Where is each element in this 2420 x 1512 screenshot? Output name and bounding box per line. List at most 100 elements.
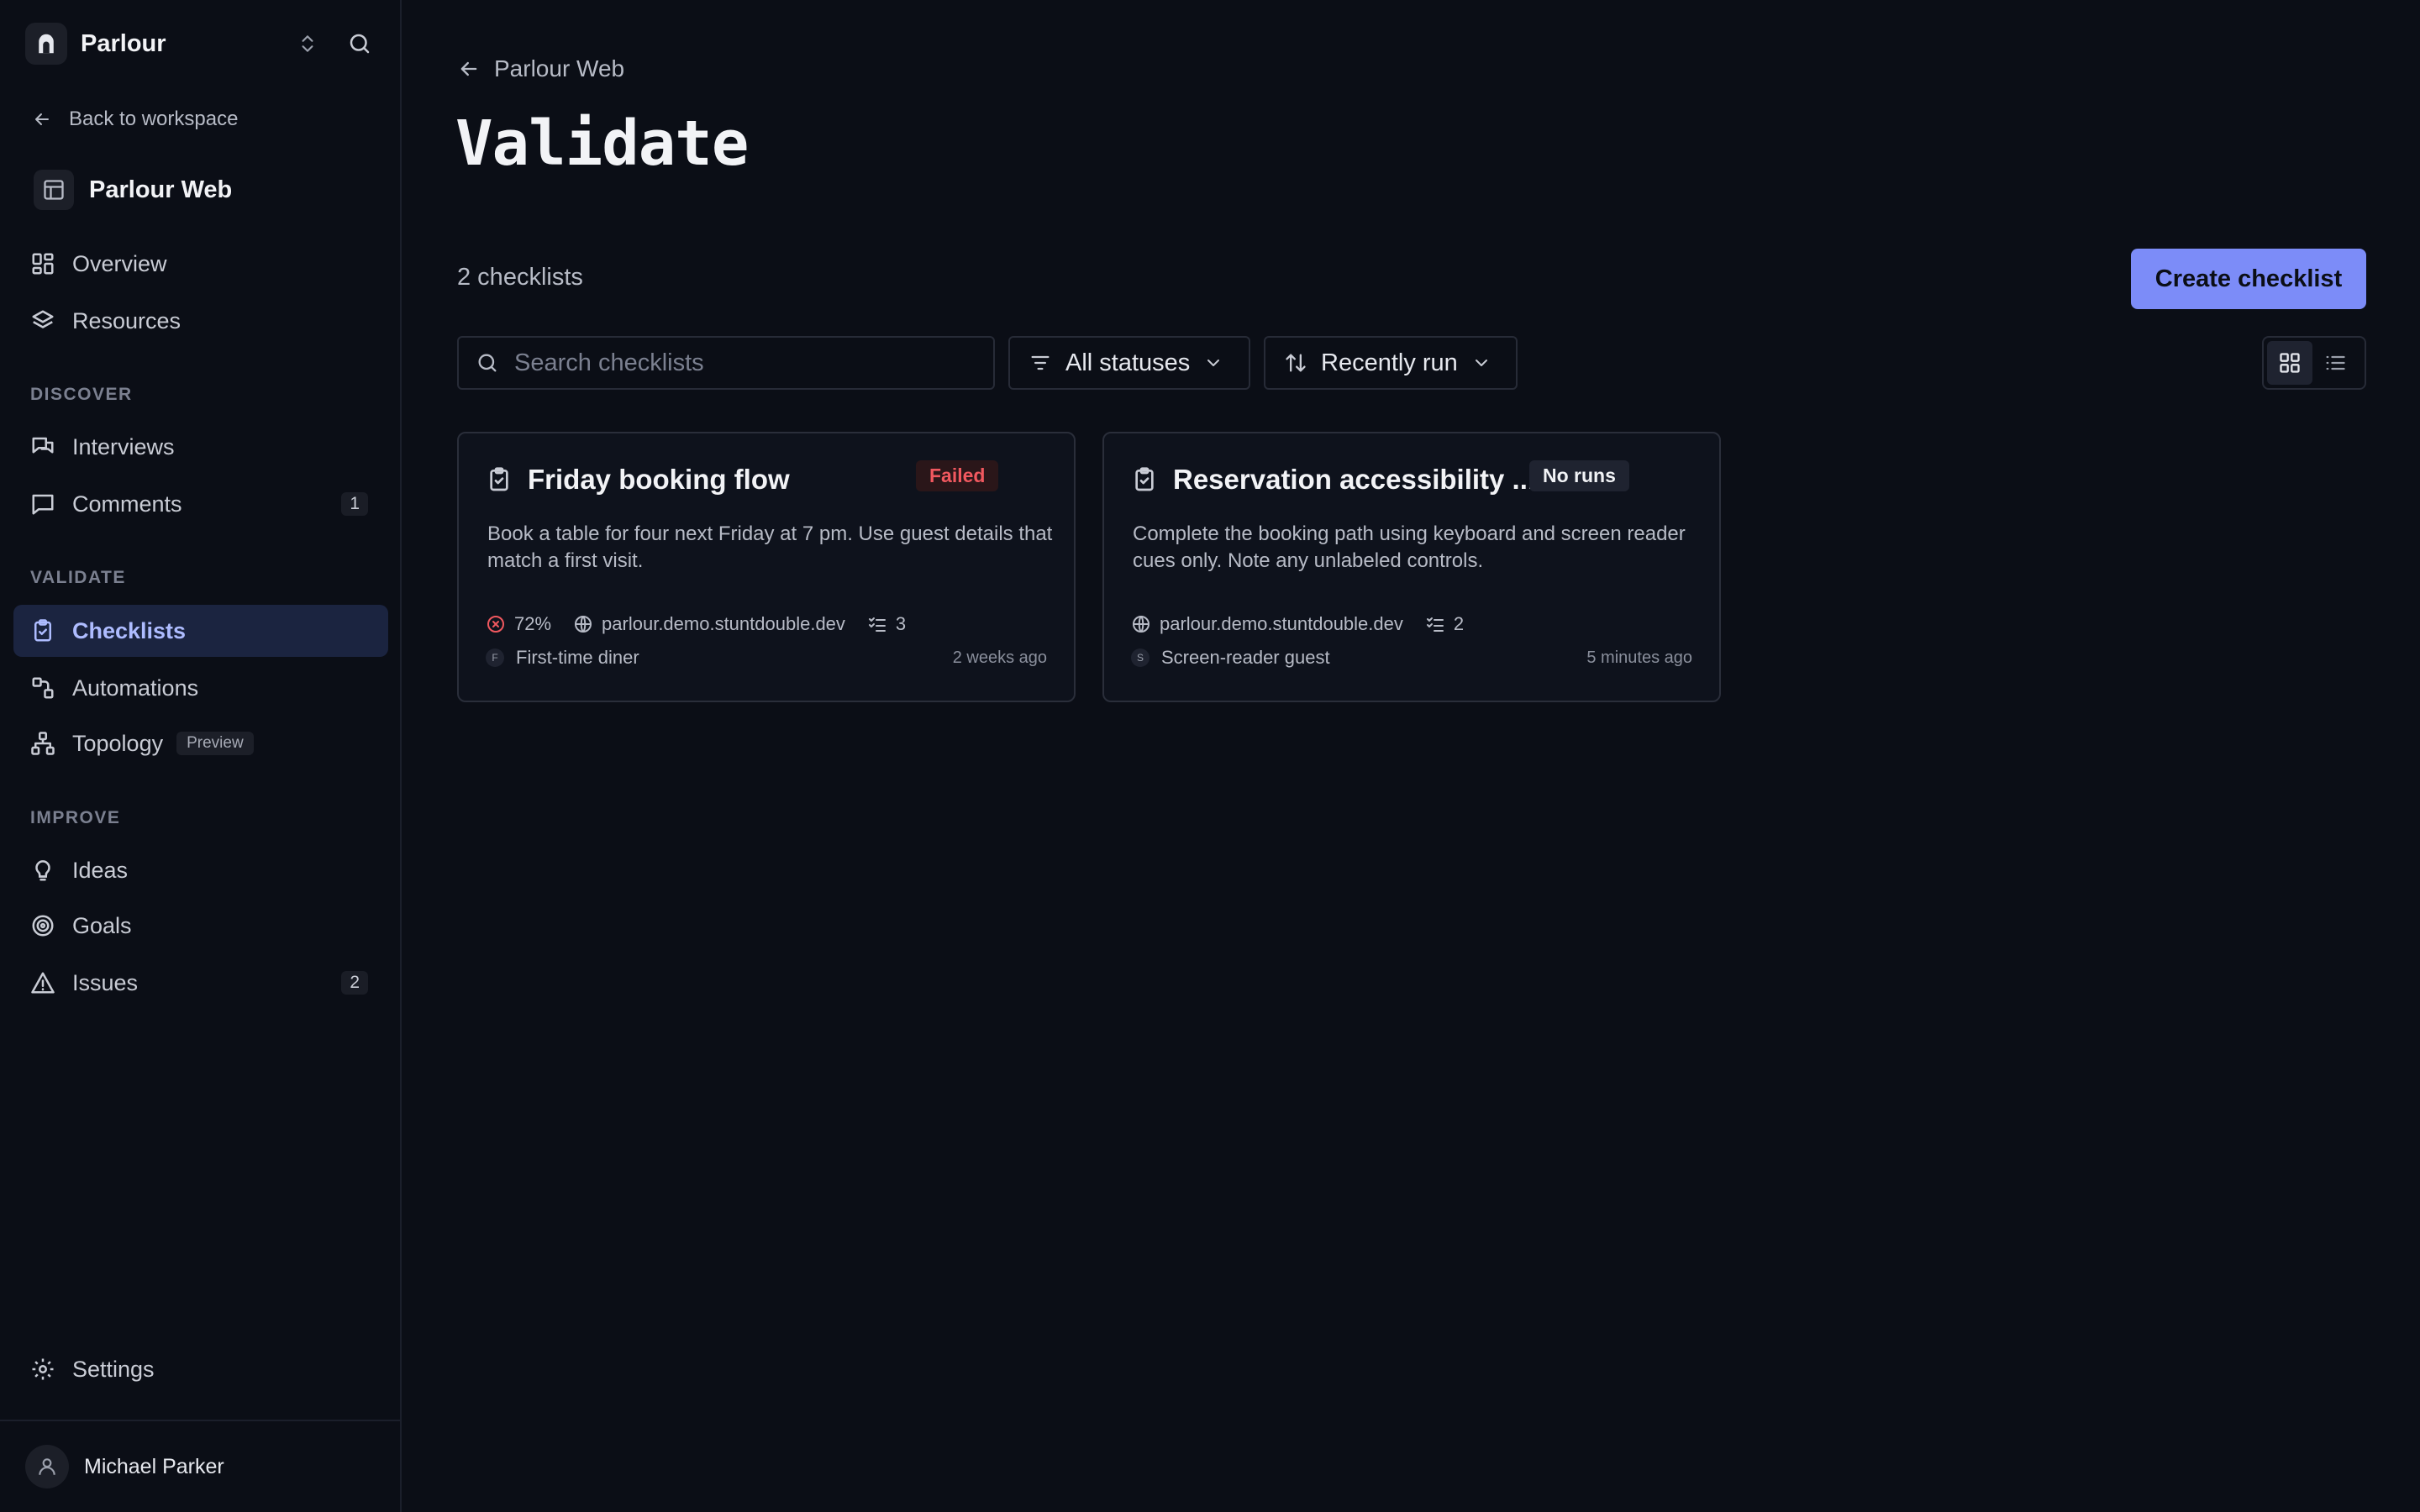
sidebar-item-automations[interactable]: Automations <box>13 662 388 714</box>
card-title-row: Reservation accessibility ... <box>1131 464 1535 496</box>
comments-count-badge: 1 <box>341 492 368 516</box>
last-run-time: 5 minutes ago <box>1586 648 1692 667</box>
comment-icon <box>32 494 54 515</box>
list-view-button[interactable] <box>2312 341 2358 385</box>
sidebar-item-label: Checklists <box>72 617 187 643</box>
persona-name: First-time diner <box>516 647 639 668</box>
checklist-count: 2 checklists <box>457 264 583 291</box>
workspace-header: Parlour <box>25 22 376 66</box>
persona-avatar: F <box>486 648 504 667</box>
status-filter-label: All statuses <box>1065 349 1191 376</box>
grid-icon <box>2280 353 2300 373</box>
card-description: Complete the booking path using keyboard… <box>1133 522 1686 572</box>
card-title-row: Friday booking flow <box>486 464 790 496</box>
sidebar-item-goals[interactable]: Goals <box>13 900 388 952</box>
view-toggle <box>2262 336 2366 390</box>
preview-badge: Preview <box>176 732 254 755</box>
globe-icon <box>1133 616 1150 633</box>
card-meta: 72% parlour.demo.stuntdouble.dev 3 <box>486 613 928 635</box>
automation-icon <box>32 677 54 699</box>
checklist-card[interactable]: Reservation accessibility ... No runs Co… <box>1102 432 1721 702</box>
sidebar-item-label: Automations <box>72 675 199 701</box>
list-check-icon <box>868 617 886 632</box>
workspace-name[interactable]: Parlour <box>81 30 272 58</box>
sidebar: Parlour Back to workspace Parlour Web Ov… <box>0 0 402 1512</box>
sidebar-item-resources[interactable]: Resources <box>13 295 388 347</box>
lightbulb-icon <box>35 860 50 881</box>
sidebar-item-ideas[interactable]: Ideas <box>13 844 388 896</box>
sidebar-item-topology[interactable]: Topology Preview <box>13 717 388 769</box>
search-input[interactable] <box>513 348 986 378</box>
network-icon <box>31 732 55 755</box>
gear-icon <box>32 1358 54 1380</box>
arrow-left-icon <box>460 61 477 76</box>
section-label-improve: IMPROVE <box>30 808 121 827</box>
list-icon <box>2326 355 2345 370</box>
sort-icon <box>1286 354 1306 372</box>
clipboard-check-icon <box>34 619 51 642</box>
user-icon <box>39 1458 55 1475</box>
section-label-validate: VALIDATE <box>30 568 126 587</box>
sidebar-item-label: Topology <box>72 730 164 756</box>
layers-icon <box>32 310 54 328</box>
sidebar-item-label: Settings <box>72 1356 155 1382</box>
workspace-logo[interactable] <box>25 23 67 65</box>
grid-view-button[interactable] <box>2267 341 2312 385</box>
score-value: 72% <box>514 613 552 634</box>
checklist-card[interactable]: Friday booking flow Failed Book a table … <box>457 432 1076 702</box>
sort-select[interactable]: Recently run <box>1264 336 1518 390</box>
avatar <box>25 1445 69 1488</box>
chat-bubbles-icon <box>32 437 54 454</box>
sidebar-item-issues[interactable]: Issues 2 <box>13 957 388 1009</box>
status-filter-select[interactable]: All statuses <box>1008 336 1250 390</box>
globe-icon <box>575 616 592 633</box>
clipboard-check-icon <box>490 467 508 491</box>
sidebar-item-label: Ideas <box>72 857 129 883</box>
search-box[interactable] <box>457 336 995 390</box>
breadcrumb[interactable]: Parlour Web <box>457 55 624 82</box>
back-to-workspace-link[interactable]: Back to workspace <box>32 108 238 131</box>
sidebar-item-settings[interactable]: Settings <box>13 1343 388 1395</box>
last-run-time: 2 weeks ago <box>952 648 1047 667</box>
sidebar-item-checklists[interactable]: Checklists <box>13 605 388 657</box>
sidebar-item-label: Comments <box>72 491 182 517</box>
target-url: parlour.demo.stuntdouble.dev <box>1131 613 1403 635</box>
project-header[interactable]: Parlour Web <box>34 170 232 210</box>
step-count: 3 <box>867 613 906 635</box>
search-icon[interactable] <box>343 27 376 60</box>
card-description: Book a table for four next Friday at 7 p… <box>487 522 1053 572</box>
sidebar-item-label: Resources <box>72 307 182 333</box>
layout-icon <box>34 170 74 210</box>
list-check-icon <box>1426 617 1444 632</box>
filter-icon <box>1031 355 1050 370</box>
workspace-switcher-icon[interactable] <box>291 27 324 60</box>
steps-value: 3 <box>895 613 907 634</box>
project-name: Parlour Web <box>89 176 233 203</box>
app-root: Parlour Back to workspace Parlour Web Ov… <box>0 0 2420 1512</box>
sidebar-item-label: Issues <box>72 969 139 995</box>
chevron-down-icon <box>1207 360 1220 366</box>
step-count: 2 <box>1425 613 1464 635</box>
warning-icon <box>31 972 55 994</box>
chevron-down-icon <box>1475 360 1487 366</box>
sidebar-item-overview[interactable]: Overview <box>13 238 388 290</box>
dashboard-icon <box>32 253 54 275</box>
target-icon <box>32 915 54 937</box>
sort-label: Recently run <box>1321 349 1458 376</box>
sidebar-item-comments[interactable]: Comments 1 <box>13 478 388 530</box>
issues-count-badge: 2 <box>341 971 368 995</box>
sidebar-item-interviews[interactable]: Interviews <box>13 421 388 473</box>
card-persona: F First-time diner 2 weeks ago <box>486 647 1047 669</box>
page-title: Validate <box>455 108 749 180</box>
search-icon <box>478 354 497 372</box>
target-url: parlour.demo.stuntdouble.dev <box>573 613 845 635</box>
card-meta: parlour.demo.stuntdouble.dev 2 <box>1131 613 1486 635</box>
user-menu[interactable]: Michael Parker <box>0 1420 400 1512</box>
persona-name: Screen-reader guest <box>1161 647 1330 668</box>
create-checklist-button[interactable]: Create checklist <box>2131 249 2366 309</box>
user-name: Michael Parker <box>84 1454 224 1478</box>
arrow-left-icon <box>35 113 49 125</box>
arch-icon <box>39 34 54 54</box>
x-circle-icon <box>487 616 504 633</box>
status-badge: No runs <box>1529 460 1629 491</box>
